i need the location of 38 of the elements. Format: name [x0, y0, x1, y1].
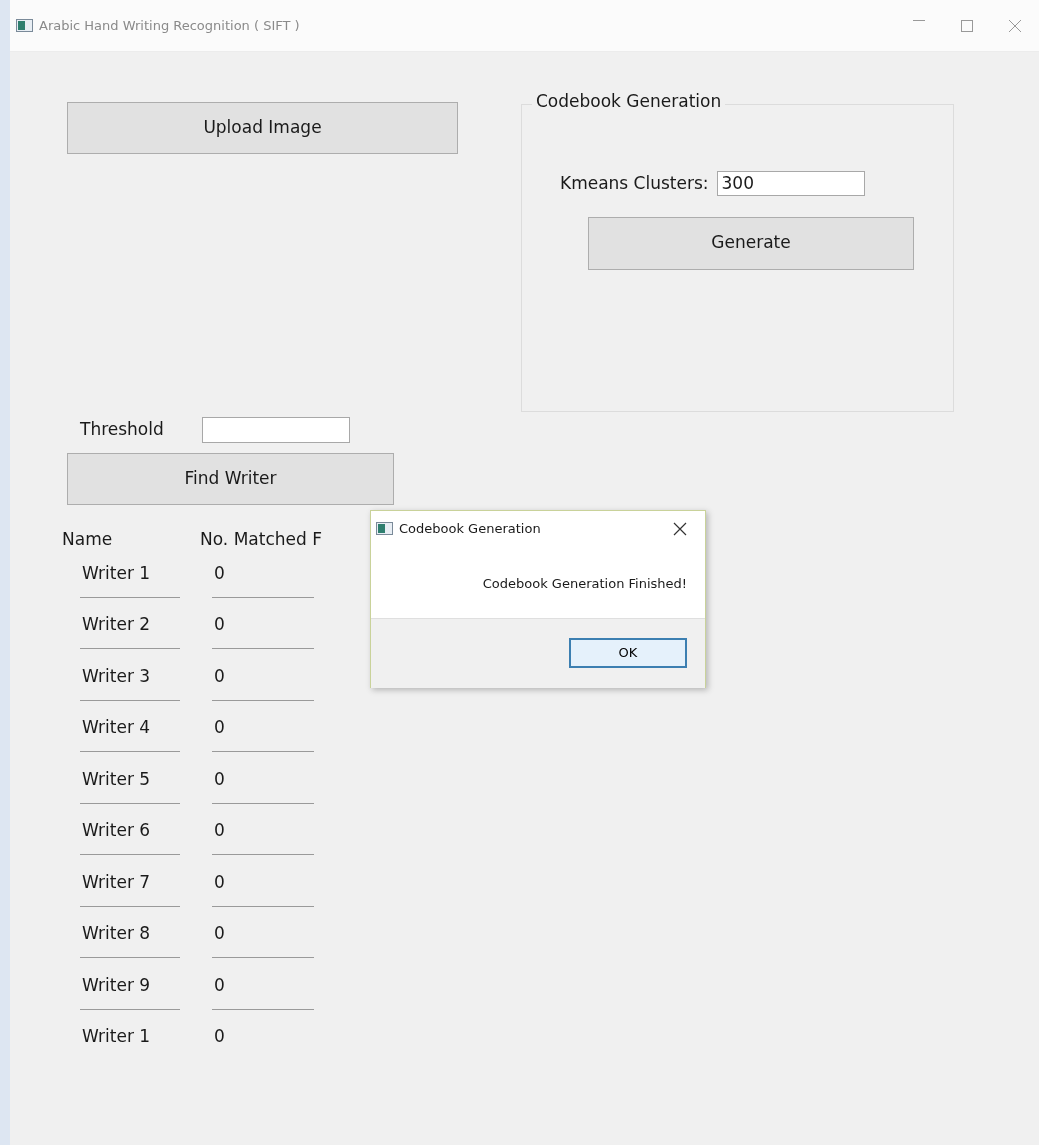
writer-name: Writer 1	[80, 552, 180, 598]
matched-count: 0	[212, 810, 314, 855]
matched-count: 0	[212, 604, 314, 649]
matched-count: 0	[212, 758, 314, 804]
writer-name: Writer 4	[80, 707, 180, 752]
window-title: Arabic Hand Writing Recognition ( SIFT )	[39, 16, 300, 35]
writer-name: Writer 8	[80, 913, 180, 958]
threshold-field[interactable]	[201, 417, 350, 443]
matched-count: 0	[212, 707, 314, 752]
writer-name: Writer 2	[80, 604, 180, 649]
matched-count: 0	[213, 1025, 226, 1048]
matched-count: 0	[212, 861, 314, 907]
matched-count: 0	[212, 655, 314, 701]
column-header: No. Matched F	[200, 528, 322, 551]
maximize-icon[interactable]	[961, 19, 973, 32]
writer-name: Writer 5	[80, 758, 180, 804]
matched-count: 0	[212, 913, 314, 958]
close-icon[interactable]	[673, 521, 687, 536]
column-header: Name	[62, 528, 114, 551]
find-writer-button[interactable]: Find Writer	[67, 453, 394, 505]
clusters-label: Kmeans Clusters:	[560, 172, 709, 195]
writer-name: Writer 6	[80, 810, 180, 855]
matched-count: 0	[212, 552, 314, 598]
minimize-icon[interactable]	[913, 19, 925, 22]
upload-image-button[interactable]: Upload Image	[67, 102, 458, 154]
writer-name: Writer 7	[80, 861, 180, 907]
writer-name: Writer 3	[80, 655, 180, 701]
threshold-label: Threshold	[80, 418, 164, 442]
app-icon	[16, 19, 33, 32]
writer-name: Writer 9	[80, 964, 180, 1010]
app-icon	[376, 522, 393, 535]
writer-name: Writer 1	[81, 1025, 152, 1048]
dialog-title: Codebook Generation	[399, 519, 541, 538]
matched-count: 0	[212, 964, 314, 1010]
ok-button[interactable]: OK	[569, 638, 687, 668]
clusters-field[interactable]: 300	[716, 171, 865, 197]
generate-button[interactable]: Generate	[588, 216, 914, 270]
dialog-message: Codebook Generation Finished!	[481, 575, 688, 593]
